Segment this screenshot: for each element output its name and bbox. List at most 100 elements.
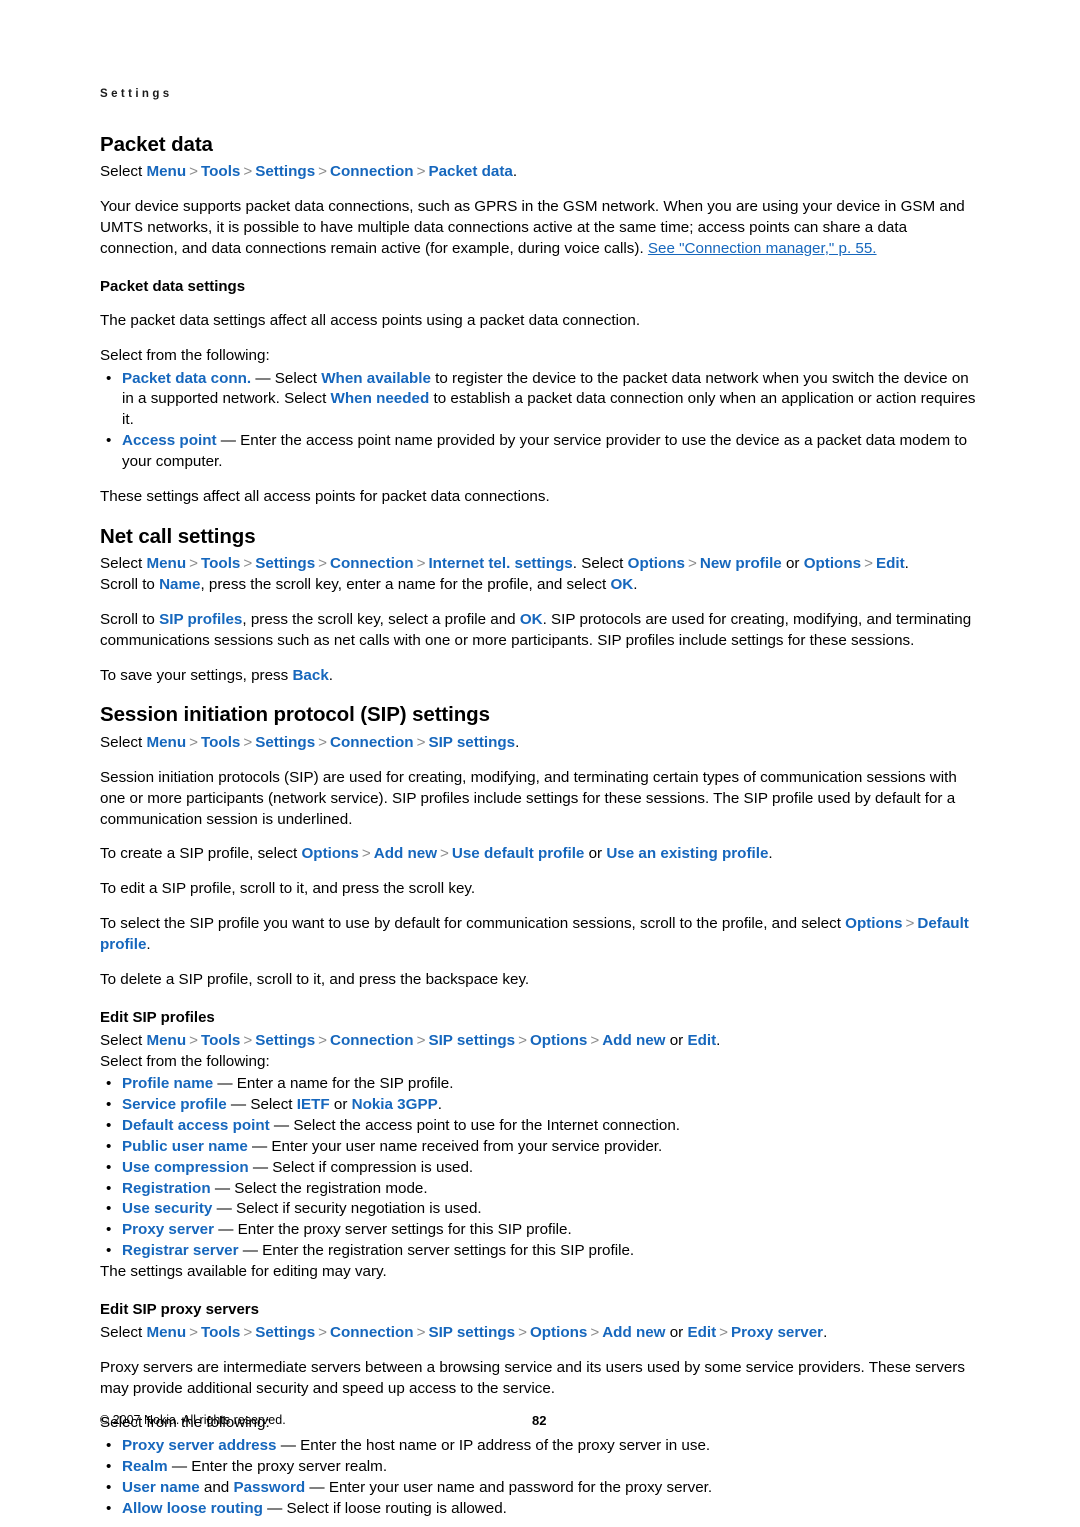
breadcrumb-item-options-2[interactable]: Options [804, 555, 861, 572]
breadcrumb-item-internet-tel-settings[interactable]: Internet tel. settings [428, 555, 572, 572]
chevron-right-icon: > [416, 555, 426, 573]
bullet-dot-icon: • [106, 1075, 112, 1093]
breadcrumb-item-settings[interactable]: Settings [255, 734, 315, 751]
breadcrumb-item-menu[interactable]: Menu [146, 734, 186, 751]
bullet-text: — Enter your user name received from you… [247, 1137, 663, 1155]
chevron-right-icon: > [518, 1031, 527, 1049]
chevron-right-icon: > [416, 1323, 426, 1341]
breadcrumb-item-tools[interactable]: Tools [201, 163, 240, 180]
bullet-term-user-name[interactable]: User name [122, 1479, 200, 1496]
bullet-keyword-nokia-3gpp[interactable]: Nokia 3GPP [352, 1096, 438, 1113]
breadcrumb-item-connection[interactable]: Connection [330, 555, 414, 572]
breadcrumb-item-connection[interactable]: Connection [330, 1032, 414, 1049]
breadcrumb-item-settings[interactable]: Settings [255, 555, 315, 572]
breadcrumb-item-tools[interactable]: Tools [201, 1324, 240, 1341]
section-title-net-call-settings: Net call settings [100, 524, 256, 548]
breadcrumb-item-add-new[interactable]: Add new [602, 1032, 665, 1049]
keyword-back[interactable]: Back [292, 667, 328, 684]
breadcrumb-item-proxy-server[interactable]: Proxy server [731, 1324, 823, 1341]
breadcrumb-item-sip-settings[interactable]: SIP settings [428, 1032, 515, 1049]
bullet-keyword-ietf[interactable]: IETF [297, 1096, 330, 1113]
text: or [584, 845, 607, 863]
keyword-use-an-existing-profile[interactable]: Use an existing profile [606, 845, 768, 862]
breadcrumb-trail: . [904, 555, 909, 573]
keyword-use-default-profile[interactable]: Use default profile [452, 845, 585, 862]
bullet-dot-icon: • [106, 1499, 112, 1517]
bullet-term-registration[interactable]: Registration [122, 1180, 211, 1197]
bullet-dot-icon: • [106, 1137, 112, 1155]
bullet-list-packet-data: • Packet data conn. — Select When availab… [100, 369, 980, 473]
breadcrumb-item-menu[interactable]: Menu [146, 555, 186, 572]
section-title-packet-data: Packet data [100, 132, 213, 156]
breadcrumb-item-options[interactable]: Options [628, 555, 685, 572]
bullet-term-realm[interactable]: Realm [122, 1458, 168, 1475]
breadcrumb-item-add-new[interactable]: Add new [602, 1324, 665, 1341]
bullet-keyword-password[interactable]: Password [233, 1479, 305, 1496]
bullet-text: — Select the registration mode. [210, 1179, 428, 1197]
breadcrumb-item-edit[interactable]: Edit [687, 1032, 716, 1049]
breadcrumb-item-sip-settings[interactable]: SIP settings [428, 1324, 515, 1341]
breadcrumb-mid-text: . Select [572, 555, 628, 573]
bullet-term-profile-name[interactable]: Profile name [122, 1075, 213, 1092]
bullet-term-use-compression[interactable]: Use compression [122, 1159, 249, 1176]
paragraph-net-call-3: To save your settings, press Back. [100, 666, 980, 687]
breadcrumb-item-edit[interactable]: Edit [687, 1324, 716, 1341]
bullet-keyword-when-available[interactable]: When available [321, 370, 431, 387]
keyword-ok[interactable]: OK [520, 611, 543, 628]
breadcrumb-item-settings[interactable]: Settings [255, 1324, 315, 1341]
breadcrumb-item-menu[interactable]: Menu [146, 1032, 186, 1049]
keyword-name[interactable]: Name [159, 576, 200, 593]
bullet-dot-icon: • [106, 1117, 112, 1135]
breadcrumb-item-edit[interactable]: Edit [876, 555, 905, 572]
bullet-term-public-user-name[interactable]: Public user name [122, 1138, 248, 1155]
breadcrumb-item-menu[interactable]: Menu [146, 163, 186, 180]
keyword-ok[interactable]: OK [610, 576, 633, 593]
bullet-term-access-point[interactable]: Access point [122, 432, 217, 449]
breadcrumb-item-menu[interactable]: Menu [146, 1324, 186, 1341]
cross-reference-link-connection-manager[interactable]: See "Connection manager," p. 55. [648, 240, 877, 257]
chevron-right-icon: > [189, 1031, 198, 1049]
bullet-text: — Enter the registration server settings… [238, 1242, 635, 1260]
paragraph-net-call-1: Scroll to Name, press the scroll key, en… [100, 575, 980, 596]
breadcrumb-item-sip-settings[interactable]: SIP settings [428, 734, 515, 751]
breadcrumb-item-settings[interactable]: Settings [255, 1032, 315, 1049]
keyword-sip-profiles[interactable]: SIP profiles [159, 611, 242, 628]
subheading-packet-data-settings: Packet data settings [100, 277, 246, 295]
bullet-term-packet-data-conn[interactable]: Packet data conn. [122, 370, 251, 387]
bullet-term-default-access-point[interactable]: Default access point [122, 1117, 270, 1134]
breadcrumb-or-text: or [665, 1323, 688, 1341]
bullet-dot-icon: • [106, 1478, 112, 1496]
bullet-term-allow-loose-routing[interactable]: Allow loose routing [122, 1500, 263, 1517]
bullet-dot-icon: • [106, 1242, 112, 1260]
keyword-options[interactable]: Options [845, 915, 902, 932]
breadcrumb-item-tools[interactable]: Tools [201, 555, 240, 572]
bullet-keyword-when-needed[interactable]: When needed [331, 390, 430, 407]
breadcrumb-item-options[interactable]: Options [530, 1032, 587, 1049]
chevron-right-icon: > [361, 845, 371, 863]
chevron-right-icon: > [189, 163, 198, 181]
breadcrumb-item-tools[interactable]: Tools [201, 734, 240, 751]
bullet-term-use-security[interactable]: Use security [122, 1200, 212, 1217]
bullet-term-service-profile[interactable]: Service profile [122, 1096, 227, 1113]
breadcrumb-item-connection[interactable]: Connection [330, 1324, 414, 1341]
page-number: 82 [532, 1413, 547, 1428]
breadcrumb-item-settings[interactable]: Settings [255, 163, 315, 180]
bullet-text: — Select if security negotiation is used… [212, 1200, 482, 1218]
breadcrumb-item-connection[interactable]: Connection [330, 734, 414, 751]
breadcrumb-packet-data: Select Menu > Tools > Settings > Connection > Pa… [100, 162, 980, 183]
paragraph-packet-data-intro: Your device supports packet data connect… [100, 197, 980, 259]
paragraph-sip-4: To select the SIP profile you want to us… [100, 914, 980, 956]
keyword-options[interactable]: Options [301, 845, 358, 862]
bullet-term-proxy-server[interactable]: Proxy server [122, 1221, 214, 1238]
chevron-right-icon: > [189, 734, 198, 752]
keyword-add-new[interactable]: Add new [374, 845, 437, 862]
bullet-term-proxy-server-address[interactable]: Proxy server address [122, 1437, 277, 1454]
breadcrumb-item-packet-data[interactable]: Packet data [428, 163, 512, 180]
bullet-term-registrar-server[interactable]: Registrar server [122, 1242, 239, 1259]
breadcrumb-item-new-profile[interactable]: New profile [700, 555, 782, 572]
chevron-right-icon: > [243, 163, 253, 181]
breadcrumb-item-options[interactable]: Options [530, 1324, 587, 1341]
breadcrumb-item-connection[interactable]: Connection [330, 163, 414, 180]
breadcrumb-item-tools[interactable]: Tools [201, 1032, 240, 1049]
bullet-dot-icon: • [106, 369, 112, 387]
